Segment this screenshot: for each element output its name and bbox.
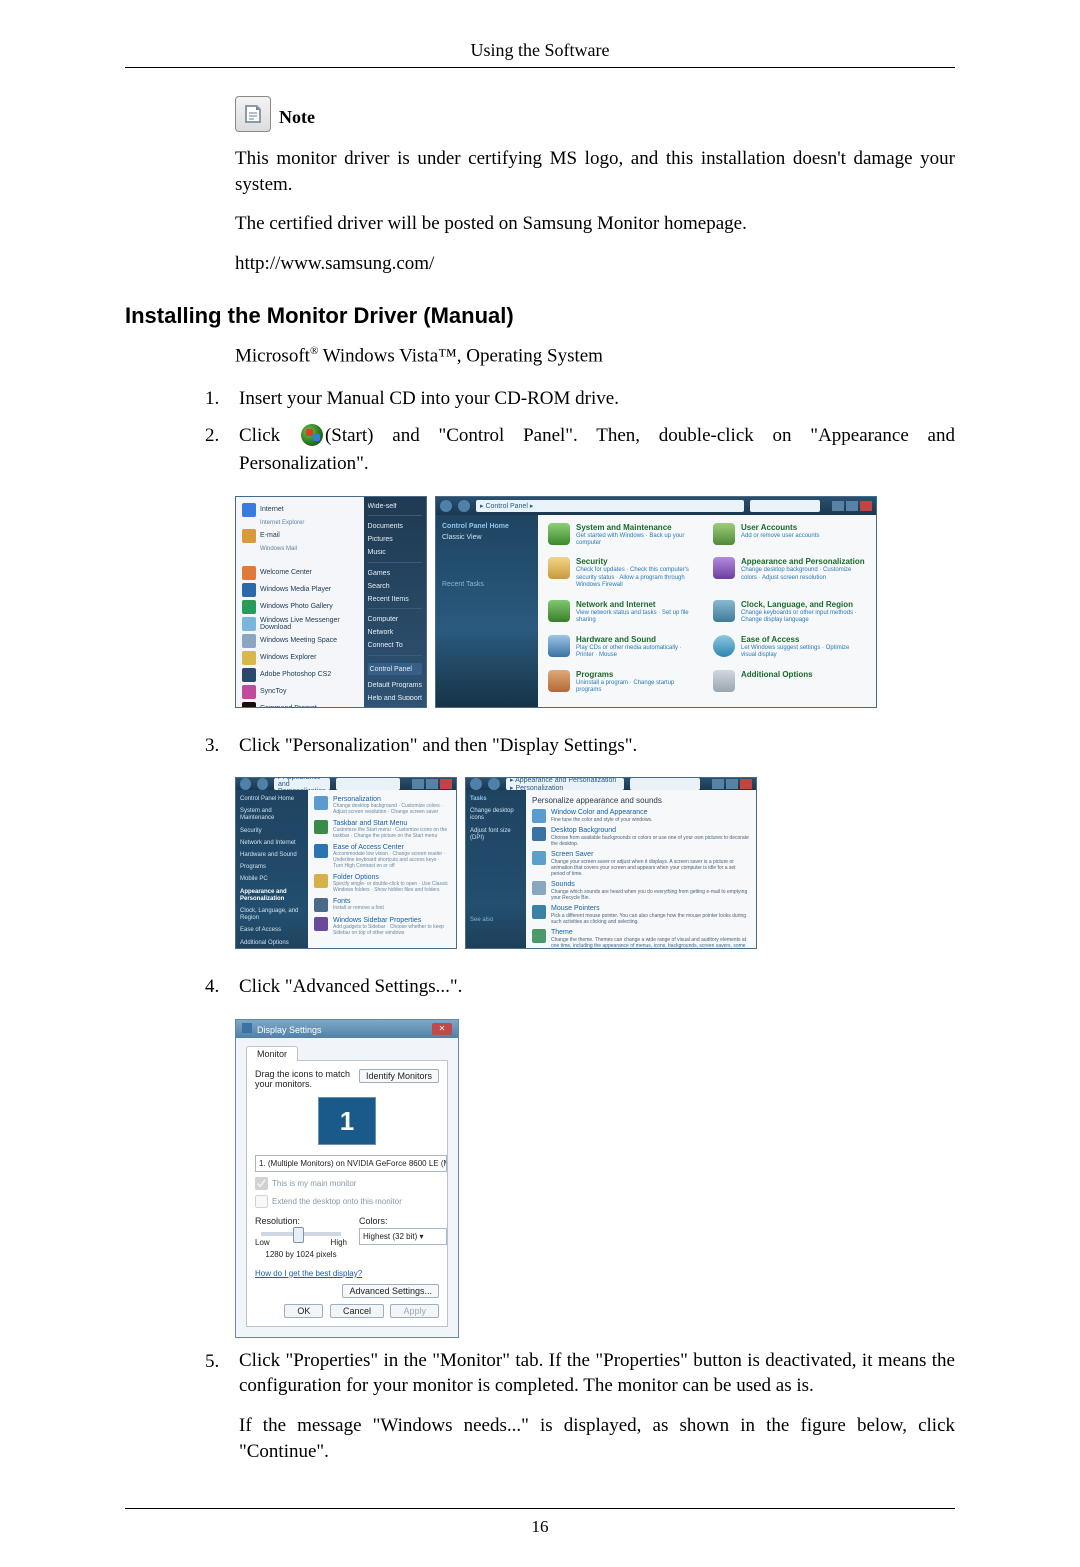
resolution-slider[interactable] xyxy=(261,1232,341,1236)
step-3: 3. Click "Personalization" and then "Dis… xyxy=(205,732,955,760)
step-2: 2. Click (Start) and "Control Panel". Th… xyxy=(205,422,955,477)
maximize-icon[interactable] xyxy=(846,501,858,511)
figure-step2: Internet Internet Explorer E-mail Window… xyxy=(235,496,955,708)
note-paragraph-1: This monitor driver is under certifying … xyxy=(235,146,955,197)
colors-select[interactable]: Highest (32 bit) ▾ xyxy=(359,1228,447,1245)
page-number: 16 xyxy=(125,1517,955,1537)
cancel-button[interactable]: Cancel xyxy=(330,1304,384,1318)
running-header: Using the Software xyxy=(125,40,955,61)
resolution-value: 1280 by 1024 pixels xyxy=(255,1250,347,1259)
step-4: 4. Click "Advanced Settings...". xyxy=(205,973,955,1001)
os-line: Microsoft® Windows Vista™, Operating Sys… xyxy=(235,345,955,367)
main-monitor-checkbox: This is my main monitor xyxy=(255,1177,439,1190)
ok-button[interactable]: OK xyxy=(284,1304,323,1318)
apply-button: Apply xyxy=(390,1304,439,1318)
section-heading: Installing the Monitor Driver (Manual) xyxy=(125,303,955,329)
header-rule xyxy=(125,67,955,68)
display-settings-dialog: Display Settings ✕ Monitor Identify Moni… xyxy=(235,1019,459,1338)
dialog-close-button[interactable]: ✕ xyxy=(432,1023,452,1035)
dialog-title: Display Settings xyxy=(242,1023,322,1035)
cp-search-input[interactable] xyxy=(750,500,820,512)
address-bar[interactable]: ▸ Control Panel ▸ xyxy=(476,500,744,512)
note-icon xyxy=(235,96,271,132)
nav-forward-icon[interactable] xyxy=(458,500,470,512)
monitor-preview[interactable]: 1 xyxy=(318,1097,376,1145)
personalization-link[interactable]: PersonalizationChange desktop background… xyxy=(314,796,450,815)
extend-desktop-checkbox: Extend the desktop onto this monitor xyxy=(255,1195,439,1208)
note-paragraph-2: The certified driver will be posted on S… xyxy=(235,211,955,237)
drag-instruction: Drag the icons to match your monitors. xyxy=(255,1069,350,1089)
best-display-link[interactable]: How do I get the best display? xyxy=(255,1269,362,1278)
minimize-icon[interactable] xyxy=(832,501,844,511)
identify-monitors-button[interactable]: Identify Monitors xyxy=(359,1069,439,1083)
control-panel-screenshot: ▸ Control Panel ▸ Control Panel Home Cla… xyxy=(435,496,877,708)
footer-rule xyxy=(125,1508,955,1509)
close-icon[interactable] xyxy=(860,501,872,511)
start-icon xyxy=(301,424,323,446)
step-5: 5. Click "Properties" in the "Monitor" t… xyxy=(205,1348,955,1479)
appearance-category[interactable]: Appearance and PersonalizationChange des… xyxy=(713,557,866,593)
display-device-select[interactable]: 1. (Multiple Monitors) on NVIDIA GeForce… xyxy=(255,1155,447,1172)
advanced-settings-button[interactable]: Advanced Settings... xyxy=(342,1284,439,1298)
start-control-panel[interactable]: Control Panel xyxy=(368,663,422,675)
personalization-screenshot: ▸ Appearance and Personalization ▸ Perso… xyxy=(465,777,757,949)
monitor-tab[interactable]: Monitor xyxy=(246,1046,298,1061)
step-1: 1. Insert your Manual CD into your CD-RO… xyxy=(205,385,955,413)
note-label: Note xyxy=(279,107,315,132)
start-menu-screenshot: Internet Internet Explorer E-mail Window… xyxy=(235,496,427,708)
appearance-personalization-screenshot: ▸ Control Panel ▸ Appearance and Persona… xyxy=(235,777,457,949)
nav-back-icon[interactable] xyxy=(440,500,452,512)
figure-step3: ▸ Control Panel ▸ Appearance and Persona… xyxy=(235,777,955,949)
samsung-url: http://www.samsung.com/ xyxy=(235,251,955,277)
